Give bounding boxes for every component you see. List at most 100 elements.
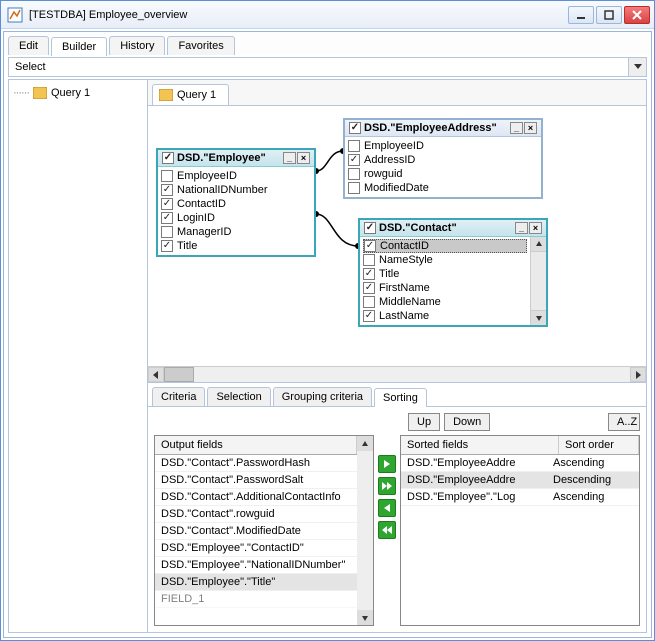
field-label: FirstName xyxy=(379,282,430,294)
list-item[interactable]: DSD."Employee"."NationalIDNumber" xyxy=(161,559,351,571)
tab-selection[interactable]: Selection xyxy=(207,387,270,406)
field-label: ContactID xyxy=(380,240,429,252)
list-item[interactable]: DSD."Contact".ModifiedDate xyxy=(161,525,351,537)
table-checkbox[interactable] xyxy=(162,152,174,164)
tab-favorites[interactable]: Favorites xyxy=(167,36,234,55)
sort-order-value[interactable]: Ascending xyxy=(553,491,633,503)
field-label: Title xyxy=(177,240,197,252)
list-item[interactable]: DSD."Employee"."Log xyxy=(407,491,553,503)
scroll-down-icon[interactable] xyxy=(357,610,373,625)
field-checkbox[interactable] xyxy=(348,140,360,152)
tree-item-query1[interactable]: ······ Query 1 xyxy=(11,86,145,100)
table-close-button[interactable]: × xyxy=(524,122,537,134)
sort-order-header: Sort order xyxy=(559,436,639,454)
sort-order-value[interactable]: Descending xyxy=(553,474,633,486)
table-checkbox[interactable] xyxy=(364,222,376,234)
field-checkbox[interactable] xyxy=(161,226,173,238)
close-button[interactable] xyxy=(624,6,650,24)
diagram-canvas[interactable]: DSD."Employee" _ × EmployeeID NationalID… xyxy=(148,106,646,366)
scroll-right-icon[interactable] xyxy=(630,367,646,382)
list-item[interactable]: FIELD_1 xyxy=(161,593,351,605)
field-label: ModifiedDate xyxy=(364,182,429,194)
table-checkbox[interactable] xyxy=(349,122,361,134)
output-fields-list[interactable]: Output fields DSD."Contact".PasswordHash… xyxy=(154,435,374,626)
field-checkbox[interactable] xyxy=(363,268,375,280)
table-contact[interactable]: DSD."Contact" _ × ContactID NameStyle Ti… xyxy=(358,218,548,327)
field-label: rowguid xyxy=(364,168,403,180)
select-dropdown-button[interactable] xyxy=(628,58,646,76)
select-label: Select xyxy=(9,58,628,76)
up-button[interactable]: Up xyxy=(408,413,440,431)
field-checkbox[interactable] xyxy=(161,198,173,210)
sort-order-value[interactable]: Ascending xyxy=(553,457,633,469)
field-checkbox[interactable] xyxy=(363,296,375,308)
tab-history[interactable]: History xyxy=(109,36,165,55)
table-minimize-button[interactable]: _ xyxy=(515,222,528,234)
table-close-button[interactable]: × xyxy=(297,152,310,164)
tab-grouping[interactable]: Grouping criteria xyxy=(273,387,372,406)
table-minimize-button[interactable]: _ xyxy=(510,122,523,134)
scroll-down-icon[interactable] xyxy=(531,310,546,325)
table-header[interactable]: DSD."Contact" _ × xyxy=(360,220,546,237)
tab-builder[interactable]: Builder xyxy=(51,37,107,56)
down-button[interactable]: Down xyxy=(444,413,490,431)
field-checkbox[interactable] xyxy=(363,282,375,294)
list-item[interactable]: DSD."Employee"."ContactID" xyxy=(161,542,351,554)
main-tabs: Edit Builder History Favorites xyxy=(4,32,651,55)
table-header[interactable]: DSD."Employee" _ × xyxy=(158,150,314,167)
field-checkbox[interactable] xyxy=(348,182,360,194)
list-item[interactable]: DSD."Contact".PasswordSalt xyxy=(161,474,351,486)
field-label: EmployeeID xyxy=(177,170,237,182)
sorted-fields-list[interactable]: Sorted fields Sort order DSD."EmployeeAd… xyxy=(400,435,640,626)
tab-edit[interactable]: Edit xyxy=(8,36,49,55)
field-checkbox[interactable] xyxy=(161,212,173,224)
canvas-hscrollbar[interactable] xyxy=(148,366,646,382)
field-checkbox[interactable] xyxy=(348,168,360,180)
field-checkbox[interactable] xyxy=(363,310,375,322)
table-scrollbar[interactable] xyxy=(530,237,546,325)
field-checkbox[interactable] xyxy=(348,154,360,166)
remove-button[interactable] xyxy=(378,499,396,517)
table-header[interactable]: DSD."EmployeeAddress" _ × xyxy=(345,120,541,137)
tab-criteria[interactable]: Criteria xyxy=(152,387,205,406)
table-employee[interactable]: DSD."Employee" _ × EmployeeID NationalID… xyxy=(156,148,316,257)
list-scrollbar[interactable] xyxy=(357,436,373,625)
select-bar[interactable]: Select xyxy=(8,57,647,77)
sort-az-button[interactable]: A..Z xyxy=(608,413,640,431)
inner-tab-query1[interactable]: Query 1 xyxy=(152,84,229,105)
field-checkbox[interactable] xyxy=(161,240,173,252)
field-label: Title xyxy=(379,268,399,280)
scroll-up-icon[interactable] xyxy=(531,237,546,252)
scroll-up-icon[interactable] xyxy=(357,436,373,451)
query-tree[interactable]: ······ Query 1 xyxy=(8,79,148,633)
query-icon xyxy=(33,87,47,99)
table-employee-address[interactable]: DSD."EmployeeAddress" _ × EmployeeID Add… xyxy=(343,118,543,199)
list-item[interactable]: DSD."EmployeeAddre xyxy=(407,474,553,486)
list-item[interactable]: DSD."EmployeeAddre xyxy=(407,457,553,469)
add-button[interactable] xyxy=(378,455,396,473)
sorted-fields-header: Sorted fields xyxy=(401,436,559,454)
list-item[interactable]: DSD."Contact".AdditionalContactInfo xyxy=(161,491,351,503)
field-checkbox[interactable] xyxy=(161,184,173,196)
list-item[interactable]: DSD."Employee"."Title" xyxy=(161,576,351,588)
tab-sorting[interactable]: Sorting xyxy=(374,388,427,407)
field-checkbox[interactable] xyxy=(364,240,376,252)
field-checkbox[interactable] xyxy=(161,170,173,182)
minimize-button[interactable] xyxy=(568,6,594,24)
scroll-left-icon[interactable] xyxy=(148,367,164,382)
maximize-button[interactable] xyxy=(596,6,622,24)
titlebar[interactable]: [TESTDBA] Employee_overview xyxy=(1,1,654,29)
list-item[interactable]: DSD."Contact".PasswordHash xyxy=(161,457,351,469)
scroll-thumb[interactable] xyxy=(164,367,194,382)
field-label: MiddleName xyxy=(379,296,441,308)
table-minimize-button[interactable]: _ xyxy=(283,152,296,164)
field-label: AddressID xyxy=(364,154,415,166)
remove-all-button[interactable] xyxy=(378,521,396,539)
add-all-button[interactable] xyxy=(378,477,396,495)
list-item[interactable]: DSD."Contact".rowguid xyxy=(161,508,351,520)
field-label: LastName xyxy=(379,310,429,322)
field-label: LoginID xyxy=(177,212,215,224)
query-icon xyxy=(159,89,173,101)
field-checkbox[interactable] xyxy=(363,254,375,266)
table-close-button[interactable]: × xyxy=(529,222,542,234)
